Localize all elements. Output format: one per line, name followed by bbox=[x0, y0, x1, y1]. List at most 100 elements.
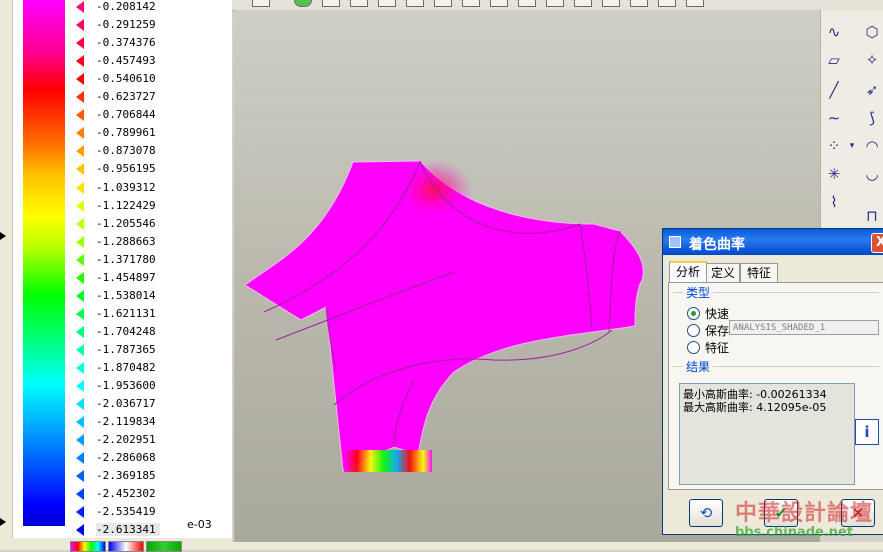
view-tool-icon[interactable] bbox=[322, 0, 340, 7]
legend-value: -0.208142 bbox=[96, 0, 156, 13]
color-scale-bar bbox=[23, 0, 65, 526]
color-range-button[interactable] bbox=[108, 541, 144, 552]
legend-marker-icon bbox=[76, 253, 84, 266]
repeat-analysis-button[interactable]: ⟲ bbox=[689, 499, 723, 527]
legend-marker-icon bbox=[76, 127, 84, 140]
analysis-name-field[interactable]: ANALYSIS_SHADED_1 bbox=[729, 320, 879, 335]
legend-edge bbox=[0, 0, 13, 550]
view-tool-icon[interactable] bbox=[350, 0, 368, 7]
edge-arrow-icon bbox=[0, 518, 6, 526]
view-tool-icon[interactable] bbox=[686, 0, 704, 7]
legend-value: -0.457493 bbox=[96, 54, 156, 68]
radio-save-button[interactable] bbox=[687, 324, 700, 337]
tab-definition[interactable]: 定义 bbox=[706, 263, 740, 282]
legend-row: -0.789961 bbox=[76, 124, 206, 142]
view-tool-icon[interactable] bbox=[252, 0, 270, 7]
view-tool-icon[interactable] bbox=[490, 0, 508, 7]
wave-curve-icon[interactable]: ∿ bbox=[823, 22, 845, 42]
view-tool-icon[interactable] bbox=[518, 0, 536, 7]
legend-value: -1.205546 bbox=[96, 216, 156, 230]
legend-value: -0.540610 bbox=[96, 72, 156, 86]
legend-value: -1.454897 bbox=[96, 270, 156, 284]
legend-row: -1.870482 bbox=[76, 359, 206, 377]
legend-value: -1.122429 bbox=[96, 198, 156, 212]
status-strip bbox=[232, 542, 883, 550]
legend-value: -2.202951 bbox=[96, 433, 156, 447]
view-tool-icon[interactable] bbox=[406, 0, 424, 7]
legend-marker-icon bbox=[76, 181, 84, 194]
chevron-down-icon[interactable]: ▾ bbox=[847, 136, 857, 156]
legend-marker-icon bbox=[76, 91, 84, 104]
legend-marker-icon bbox=[76, 380, 84, 393]
analysis-icon[interactable]: ⌇ bbox=[823, 192, 845, 212]
legend-value: -0.374376 bbox=[96, 36, 156, 50]
legend-marker-icon bbox=[76, 362, 84, 374]
legend-value: -1.288663 bbox=[96, 234, 156, 248]
view-tool-icon[interactable] bbox=[546, 0, 564, 7]
edge-arrow-icon bbox=[0, 232, 6, 240]
legend-row: -0.291259 bbox=[76, 16, 206, 34]
legend-row: -0.706844 bbox=[76, 106, 206, 124]
legend-marker-icon bbox=[76, 271, 84, 284]
legend-marker-icon bbox=[76, 289, 84, 302]
legend-marker-icon bbox=[76, 19, 84, 32]
legend-row: -0.623727 bbox=[76, 88, 206, 106]
watermark-url: bbs.chinade.net bbox=[735, 525, 854, 540]
legend-marker-icon bbox=[76, 1, 84, 13]
curvature-hotspot-top bbox=[396, 160, 472, 220]
radio-feature-button[interactable] bbox=[687, 341, 700, 354]
legend-marker-icon bbox=[76, 199, 84, 212]
info-button[interactable]: i bbox=[855, 419, 879, 445]
view-tool-icon[interactable] bbox=[602, 0, 620, 7]
legend-marker-icon bbox=[76, 235, 84, 248]
view-tool-icon[interactable] bbox=[462, 0, 480, 7]
blend-icon[interactable]: ⟆ bbox=[861, 108, 883, 128]
coordinate-system-icon[interactable]: ✳ bbox=[823, 164, 845, 184]
view-tool-icon[interactable] bbox=[434, 0, 452, 7]
legend-marker-icon bbox=[76, 145, 84, 158]
legend-marker-icon bbox=[76, 325, 84, 338]
legend-exponent: e-03 bbox=[187, 518, 212, 531]
legend-value: -2.452302 bbox=[96, 487, 156, 501]
view-tool-icon[interactable] bbox=[630, 0, 648, 7]
dialog-title-bar[interactable]: 着色曲率 X bbox=[663, 229, 883, 255]
legend-row: -1.787365 bbox=[76, 341, 206, 359]
legend-value: -2.535419 bbox=[96, 505, 156, 519]
view-tool-icon[interactable] bbox=[574, 0, 592, 7]
legend-marker-icon bbox=[76, 488, 84, 501]
legend-value: -1.039312 bbox=[96, 180, 156, 194]
datum-axis-icon[interactable]: ╱ bbox=[823, 80, 845, 100]
sweep-icon[interactable]: ➶ bbox=[861, 80, 883, 100]
radio-save-label: 保存 bbox=[705, 324, 730, 338]
datum-point-icon[interactable]: ⁘ bbox=[823, 136, 845, 156]
datum-plane-icon[interactable]: ▱ bbox=[823, 50, 845, 70]
tab-feature[interactable]: 特征 bbox=[740, 263, 778, 282]
green-sphere-icon[interactable] bbox=[294, 0, 312, 7]
result-group-label: 结果 bbox=[683, 358, 714, 375]
legend-marker-icon bbox=[76, 452, 84, 465]
round-icon[interactable]: ◠ bbox=[861, 136, 883, 156]
tab-analysis[interactable]: 分析 bbox=[669, 261, 707, 284]
sketch-curve-icon[interactable]: ∼ bbox=[823, 108, 845, 128]
legend-row: -1.122429 bbox=[76, 197, 206, 215]
rib-icon[interactable]: ⊓ bbox=[861, 206, 883, 226]
feature-toolbar: ∿ ⬡ ▱ ✧ ╱ ➶ ∼ ⟆ ⁘ ▾ ◠ ✳ ◡ ⌇ ⊓ bbox=[820, 10, 883, 250]
legend-row: -2.119834 bbox=[76, 413, 206, 431]
axis-icon[interactable]: ✧ bbox=[861, 50, 883, 70]
legend-marker-icon bbox=[76, 163, 84, 176]
legend-options-button[interactable] bbox=[146, 541, 182, 552]
close-button[interactable]: X bbox=[871, 233, 883, 253]
cube-icon[interactable]: ⬡ bbox=[861, 22, 883, 42]
view-tool-icon[interactable] bbox=[378, 0, 396, 7]
legend-row: -1.039312 bbox=[76, 179, 206, 197]
view-tool-icon[interactable] bbox=[658, 0, 676, 7]
legend-value: -2.369185 bbox=[96, 469, 156, 483]
legend-row: -1.288663 bbox=[76, 233, 206, 251]
legend-row: -1.953600 bbox=[76, 377, 206, 395]
radio-quick-button[interactable] bbox=[687, 307, 700, 320]
boundary-blend-icon[interactable]: ◡ bbox=[861, 164, 883, 184]
legend-marker-icon bbox=[76, 73, 84, 86]
color-scheme-button[interactable] bbox=[70, 541, 106, 552]
shaded-curvature-dialog: 着色曲率 X 分析 定义 特征 类型 快速 保存 特征 结果 ANALYSIS_… bbox=[662, 228, 883, 535]
legend-value: -1.870482 bbox=[96, 361, 156, 374]
